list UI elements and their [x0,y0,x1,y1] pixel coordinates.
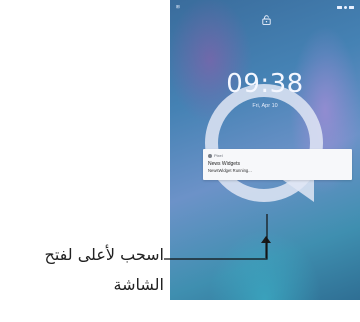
unlock-icon[interactable] [262,15,271,25]
lock-clock: 09:38 [226,69,304,99]
instruction-caption: اسحب لأعلى لفتح الشاشة [0,240,165,300]
notification-title: News Widgets [208,161,240,167]
status-bar: ⊞ [170,0,360,14]
caption-line-1: اسحب لأعلى لفتح [44,245,165,264]
app-icon [208,153,212,158]
battery-icon [349,5,354,9]
notification-header: Pixel [208,153,347,158]
notification-body: NewsWidget Running... [208,168,252,173]
callout-line [164,214,268,260]
signal-icon [344,5,347,9]
status-left-icon: ⊞ [176,4,180,9]
wifi-icon [337,5,342,9]
lock-date: Fri, Apr 10 [252,103,278,109]
notification-app-name: Pixel [214,153,223,158]
caption-line-2: الشاشة [113,275,164,294]
notification-card[interactable]: Pixel News Widgets NewsWidget Running... [203,149,352,180]
status-icons [337,5,354,9]
